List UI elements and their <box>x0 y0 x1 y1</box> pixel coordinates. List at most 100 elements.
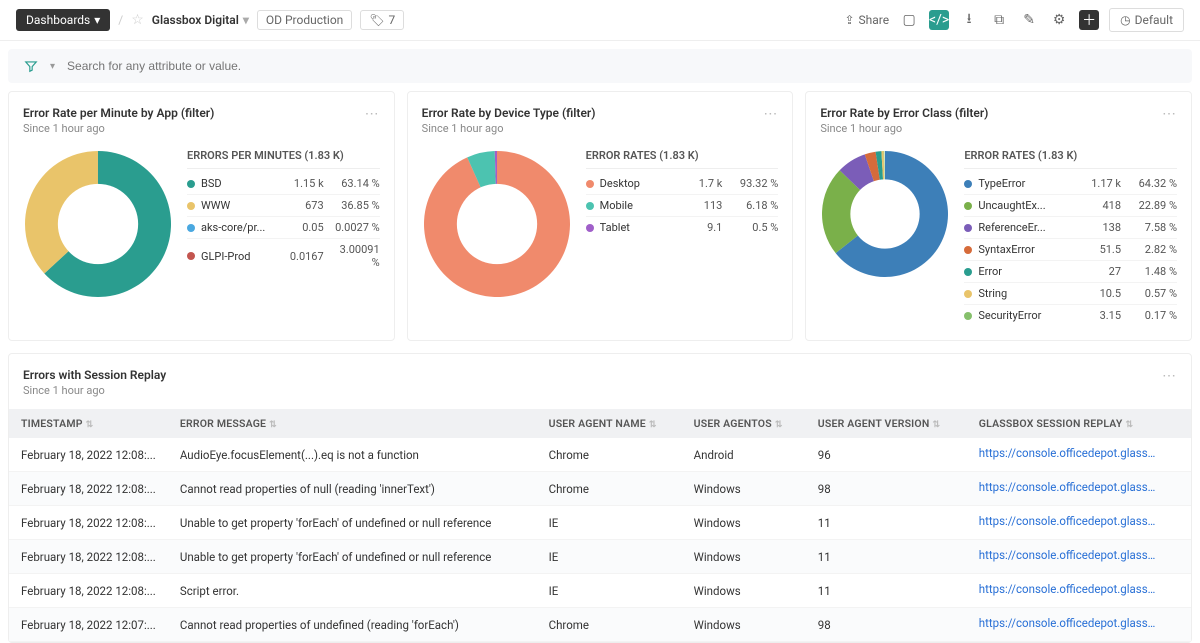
cell-replay: https://console.officedepot.glassboxd <box>967 438 1191 472</box>
dashboards-dropdown[interactable]: Dashboards ▾ <box>16 9 110 31</box>
replay-link[interactable]: https://console.officedepot.glassboxd <box>979 548 1159 562</box>
card-subtitle: Since 1 hour ago <box>23 122 214 135</box>
cell-ua-ver: 11 <box>806 506 967 540</box>
table-title: Errors with Session Replay <box>23 368 166 382</box>
cell-ua-os: Android <box>682 438 806 472</box>
legend-name[interactable]: BSD <box>201 177 274 190</box>
legend-name[interactable]: String <box>978 287 1071 300</box>
cell-ua-os: Windows <box>682 574 806 608</box>
environment-selector[interactable]: OD Production <box>257 10 352 30</box>
legend-name[interactable]: SyntaxError <box>978 243 1071 256</box>
donut-chart[interactable] <box>422 149 572 299</box>
legend-name[interactable]: WWW <box>201 199 274 212</box>
legend-row: Tablet 9.1 0.5 % <box>586 217 779 238</box>
legend-name[interactable]: GLPI-Prod <box>201 250 274 263</box>
legend-value: 51.5 <box>1077 243 1121 256</box>
table-row[interactable]: February 18, 2022 12:08:... Cannot read … <box>9 472 1191 506</box>
col-ua-os[interactable]: USER AGENTOS⇅ <box>682 409 806 438</box>
legend-percent: 0.57 % <box>1127 287 1177 300</box>
add-button[interactable]: ＋ <box>1079 10 1099 30</box>
legend-header: ERROR RATES (1.83 K) <box>586 149 779 169</box>
cell-ua-ver: 11 <box>806 540 967 574</box>
table-subtitle: Since 1 hour ago <box>23 384 166 397</box>
sort-icon: ⇅ <box>269 420 277 430</box>
legend-value: 10.5 <box>1077 287 1121 300</box>
legend-row: BSD 1.15 k 63.14 % <box>187 173 380 195</box>
table-row[interactable]: February 18, 2022 12:08:... AudioEye.foc… <box>9 438 1191 472</box>
code-icon[interactable]: </> <box>929 10 949 30</box>
topbar-right: ⇪ Share ▢ </> ⭳ ⧉ ✎ ⚙ ＋ ◷ Default <box>844 8 1184 32</box>
col-timestamp[interactable]: TIMESTAMP⇅ <box>9 409 168 438</box>
filter-icon[interactable] <box>24 59 38 73</box>
legend-name[interactable]: Error <box>978 265 1071 278</box>
dashboard-title-dropdown[interactable]: Glassbox Digital ▾ <box>152 13 249 27</box>
legend-name[interactable]: ReferenceEr... <box>978 221 1071 234</box>
legend-percent: 3.00091 % <box>330 243 380 269</box>
tv-icon[interactable]: ▢ <box>899 10 919 30</box>
legend-dot <box>964 290 972 298</box>
legend-row: String 10.5 0.57 % <box>964 283 1177 305</box>
replay-link[interactable]: https://console.officedepot.glassboxd <box>979 480 1159 494</box>
table-row[interactable]: February 18, 2022 12:08:... Unable to ge… <box>9 506 1191 540</box>
dashboards-label: Dashboards <box>26 13 90 27</box>
dashboard-title: Glassbox Digital <box>152 13 239 27</box>
col-message[interactable]: ERROR MESSAGE⇅ <box>168 409 537 438</box>
col-ua-ver[interactable]: USER AGENT VERSION⇅ <box>806 409 967 438</box>
edit-icon[interactable]: ✎ <box>1019 10 1039 30</box>
legend-percent: 0.0027 % <box>330 221 380 234</box>
col-ua-name[interactable]: USER AGENT NAME⇅ <box>537 409 682 438</box>
replay-link[interactable]: https://console.officedepot.glassboxd <box>979 582 1159 596</box>
copy-icon[interactable]: ⧉ <box>989 10 1009 30</box>
cell-ua-ver: 98 <box>806 472 967 506</box>
time-range-button[interactable]: ◷ Default <box>1109 8 1184 32</box>
legend-name[interactable]: aks-core/pr... <box>201 221 274 234</box>
tags-pill[interactable]: 🏷 7 <box>360 10 404 30</box>
legend: ERROR RATES (1.83 K) Desktop 1.7 k 93.32… <box>586 149 779 238</box>
chevron-down-icon[interactable]: ▾ <box>50 61 55 72</box>
cell-ua-ver: 96 <box>806 438 967 472</box>
legend-value: 673 <box>280 199 324 212</box>
gear-icon[interactable]: ⚙ <box>1049 10 1069 30</box>
replay-link[interactable]: https://console.officedepot.glassboxd <box>979 514 1159 528</box>
donut-chart[interactable] <box>820 149 950 279</box>
cell-ua-os: Windows <box>682 506 806 540</box>
replay-link[interactable]: https://console.officedepot.glassboxd <box>979 616 1159 630</box>
legend-percent: 63.14 % <box>330 177 380 190</box>
table-row[interactable]: February 18, 2022 12:08:... Script error… <box>9 574 1191 608</box>
share-button[interactable]: ⇪ Share <box>844 13 889 27</box>
legend-row: ReferenceEr... 138 7.58 % <box>964 217 1177 239</box>
cell-timestamp: February 18, 2022 12:07:... <box>9 608 168 642</box>
legend-dot <box>187 202 195 210</box>
legend-percent: 7.58 % <box>1127 221 1177 234</box>
legend-name[interactable]: Desktop <box>600 177 673 190</box>
card-menu-icon[interactable]: ⋯ <box>763 106 778 122</box>
legend-dot <box>964 180 972 188</box>
share-label: Share <box>859 13 890 27</box>
legend-name[interactable]: Mobile <box>600 199 673 212</box>
legend-name[interactable]: Tablet <box>600 221 673 234</box>
cell-replay: https://console.officedepot.glassboxd <box>967 574 1191 608</box>
card-class: Error Rate by Error Class (filter) Since… <box>805 91 1192 341</box>
filter-input[interactable] <box>67 59 1176 73</box>
col-replay[interactable]: GLASSBOX SESSION REPLAY⇅ <box>967 409 1191 438</box>
legend-value: 1.15 k <box>280 177 324 190</box>
sort-icon: ⇅ <box>649 420 657 430</box>
card-menu-icon[interactable]: ⋯ <box>365 106 380 122</box>
star-icon[interactable]: ☆ <box>131 12 144 28</box>
legend-name[interactable]: UncaughtEx... <box>978 199 1071 212</box>
replay-link[interactable]: https://console.officedepot.glassboxd <box>979 446 1159 460</box>
cell-ua-ver: 11 <box>806 574 967 608</box>
download-icon[interactable]: ⭳ <box>959 10 979 30</box>
cell-message: Unable to get property 'forEach' of unde… <box>168 540 537 574</box>
card-menu-icon[interactable]: ⋯ <box>1162 368 1177 384</box>
table-row[interactable]: February 18, 2022 12:07:... Cannot read … <box>9 608 1191 642</box>
legend-dot <box>964 246 972 254</box>
donut-chart[interactable] <box>23 149 173 299</box>
default-label: Default <box>1135 13 1173 27</box>
card-menu-icon[interactable]: ⋯ <box>1162 106 1177 122</box>
sort-icon: ⇅ <box>775 420 783 430</box>
table-row[interactable]: February 18, 2022 12:08:... Unable to ge… <box>9 540 1191 574</box>
legend-name[interactable]: SecurityError <box>978 309 1071 322</box>
legend-name[interactable]: TypeError <box>978 177 1071 190</box>
cell-ua-name: IE <box>537 540 682 574</box>
